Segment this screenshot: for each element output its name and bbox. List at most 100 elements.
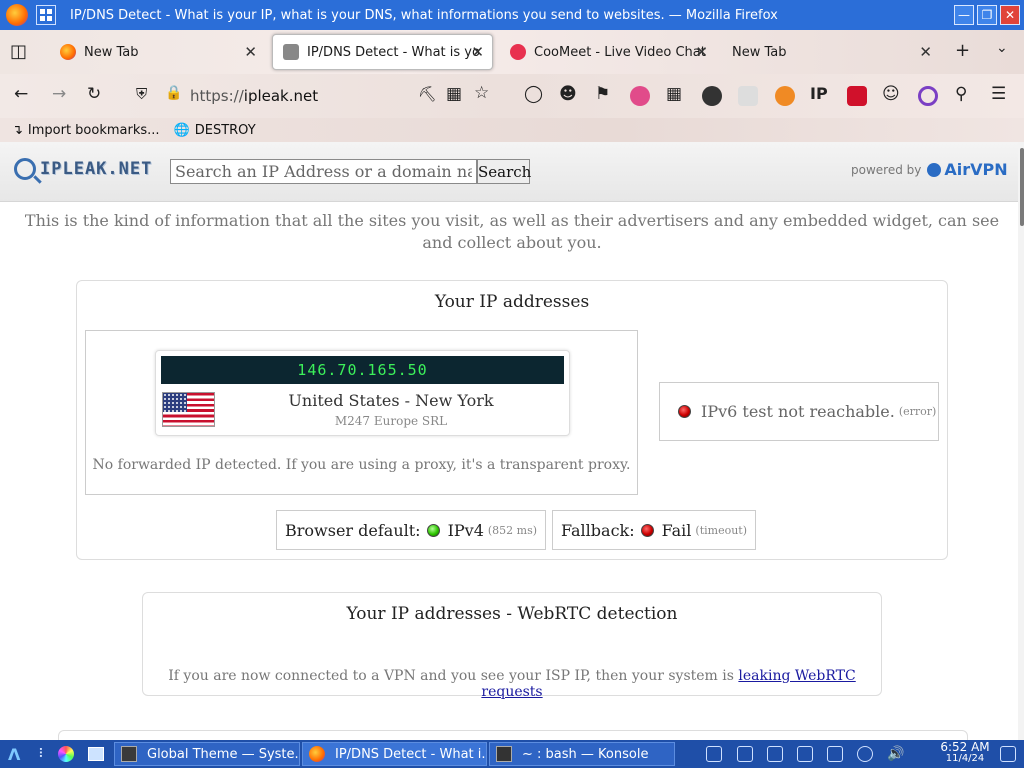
- card-title: Your IP addresses: [434, 292, 590, 312]
- extensions-grid-icon[interactable]: ▦: [446, 84, 462, 104]
- color-picker-icon[interactable]: [58, 744, 74, 764]
- fallback-box: Fallback: Fail (timeout): [552, 510, 757, 550]
- ip-addresses-card: Your IP addresses 146.70.165.50 United S…: [76, 280, 948, 560]
- ip-info-panel: 146.70.165.50 United States - New York M…: [155, 350, 570, 436]
- volume-icon[interactable]: 🔊: [887, 744, 904, 764]
- ipleak-tab-icon: [283, 44, 299, 60]
- show-desktop-icon[interactable]: [1000, 746, 1016, 762]
- browser-default-box: Browser default: IPv4 (852 ms): [276, 510, 547, 550]
- tab-new-tab-1[interactable]: New Tab ✕: [50, 34, 265, 70]
- red-status-dot-icon: [640, 523, 654, 537]
- tab-coomeet[interactable]: CooMeet - Live Video Chat ✕: [500, 34, 716, 70]
- window-titlebar: IP/DNS Detect - What is your IP, what is…: [0, 0, 1024, 30]
- webrtc-card: Your IP addresses - WebRTC detection If …: [142, 592, 882, 700]
- clock[interactable]: 6:52 AM 11/4/24: [938, 741, 992, 765]
- next-section-card: [58, 730, 968, 740]
- scrollbar-thumb[interactable]: [1020, 148, 1024, 226]
- tray-update-icon[interactable]: [857, 746, 873, 762]
- close-tab-icon[interactable]: ✕: [471, 43, 484, 61]
- file-manager-icon[interactable]: [88, 744, 104, 764]
- search-button[interactable]: Search: [477, 159, 531, 184]
- firefox-icon: [309, 746, 325, 762]
- tray-display-icon[interactable]: [797, 746, 813, 762]
- tab-new-tab-2[interactable]: New Tab ✕: [722, 34, 940, 70]
- maximize-button[interactable]: ❐: [977, 5, 997, 25]
- task-label: IP/DNS Detect - What i...: [335, 746, 487, 762]
- bookmark-import[interactable]: ↴ Import bookmarks...: [12, 123, 160, 138]
- bookmark-label: DESTROY: [194, 122, 256, 138]
- new-tab-icon[interactable]: +: [955, 40, 970, 61]
- search-input[interactable]: [170, 159, 477, 184]
- powered-by[interactable]: powered by AirVPN: [851, 160, 1008, 179]
- logo-text: IPLEAK.NET: [40, 159, 153, 179]
- url-host: ipleak.net: [243, 87, 319, 105]
- tab-ipleak[interactable]: IP/DNS Detect - What is yo ✕: [272, 34, 493, 70]
- extension-red-icon[interactable]: [847, 86, 867, 106]
- task-konsole[interactable]: ~ : bash — Konsole: [489, 742, 675, 766]
- tracking-shield-icon[interactable]: ⛨: [136, 85, 147, 103]
- tab-label: New Tab: [84, 44, 139, 60]
- taskbar: Λ ⠇ Global Theme — Syste... IP/DNS Detec…: [0, 740, 1024, 768]
- add-widget-icon[interactable]: ▦: [666, 84, 682, 104]
- red-status-dot-icon: [678, 405, 691, 418]
- ip-location: United States - New York: [288, 391, 494, 410]
- site-header: IPLEAK.NET Search powered by AirVPN: [0, 142, 1018, 202]
- minimize-button[interactable]: —: [954, 5, 974, 25]
- window-menu-icon[interactable]: [36, 5, 56, 25]
- close-tab-icon[interactable]: ✕: [244, 43, 257, 61]
- bookmarks-toolbar: ↴ Import bookmarks... 🌐 DESTROY: [0, 118, 1024, 142]
- extension-pink-icon[interactable]: [630, 86, 650, 106]
- forward-arrow-icon[interactable]: →: [52, 84, 66, 104]
- ipv4-box: 146.70.165.50 United States - New York M…: [85, 330, 638, 495]
- list-tabs-chevron-down-icon[interactable]: ⌄: [996, 40, 1008, 56]
- task-global-theme[interactable]: Global Theme — Syste...: [114, 742, 300, 766]
- extension-ring-icon[interactable]: [918, 86, 938, 106]
- pocket-icon[interactable]: ◯: [524, 84, 543, 104]
- extension-face-icon[interactable]: ☺: [882, 84, 900, 104]
- pick-element-icon[interactable]: ⛏: [418, 85, 437, 103]
- puzzle-extension-icon[interactable]: ⚑: [595, 84, 610, 104]
- url-scheme: https://: [190, 87, 244, 105]
- task-firefox[interactable]: IP/DNS Detect - What i...: [302, 742, 487, 766]
- tray-network-icon[interactable]: [706, 746, 722, 762]
- fallback-label: Fallback:: [561, 520, 635, 540]
- page-scrollbar[interactable]: [1018, 142, 1024, 740]
- ipv6-status: IPv6 test not reachable.: [701, 402, 895, 421]
- ip-extension-icon[interactable]: IP: [810, 84, 828, 103]
- reload-icon[interactable]: ↻: [87, 84, 101, 104]
- menu-hamburger-icon[interactable]: ☰: [991, 84, 1006, 104]
- extension-dark-icon[interactable]: [702, 86, 722, 106]
- intro-text: This is the kind of information that all…: [24, 211, 1000, 252]
- app-launcher-icon[interactable]: Λ: [8, 744, 20, 764]
- clock-time: 6:52 AM: [940, 740, 990, 754]
- account-icon[interactable]: ☻: [559, 84, 577, 104]
- navigation-toolbar: ← → ↻ ⛨ 🔒 https://ipleak.net ⛏ ▦ ☆ ◯ ☻ ⚑…: [0, 74, 1024, 118]
- extension-search-icon[interactable]: ⚲: [955, 84, 967, 104]
- close-window-button[interactable]: ✕: [1000, 5, 1020, 25]
- ip-address-display[interactable]: 146.70.165.50: [161, 356, 564, 384]
- url-bar[interactable]: https://ipleak.net: [190, 80, 570, 112]
- globe-icon: 🌐: [173, 122, 190, 138]
- bookmark-destroy[interactable]: 🌐 DESTROY: [174, 123, 256, 138]
- webrtc-text: If you are now connected to a VPN and yo…: [168, 668, 734, 684]
- forwarded-ip-note: No forwarded IP detected. If you are usi…: [92, 457, 631, 473]
- browser-default-value: IPv4: [447, 520, 484, 540]
- card-title: Your IP addresses - WebRTC detection: [346, 604, 678, 624]
- window-title: IP/DNS Detect - What is your IP, what is…: [70, 7, 778, 23]
- firefox-icon: [6, 4, 28, 26]
- close-tab-icon[interactable]: ✕: [695, 43, 708, 61]
- close-tab-icon[interactable]: ✕: [919, 43, 932, 61]
- back-arrow-icon[interactable]: ←: [14, 84, 28, 104]
- fallback-note: (timeout): [695, 523, 748, 537]
- tray-notifications-icon[interactable]: [767, 746, 783, 762]
- extension-orange-icon[interactable]: [775, 86, 795, 106]
- clock-date: 11/4/24: [945, 753, 985, 764]
- extension-light-icon[interactable]: [738, 86, 758, 106]
- bookmark-star-icon[interactable]: ☆: [474, 83, 489, 103]
- lock-icon[interactable]: 🔒: [165, 85, 182, 101]
- fallback-value: Fail: [661, 520, 692, 540]
- tray-device-icon[interactable]: [827, 746, 843, 762]
- tab-overview-icon[interactable]: ◫: [10, 41, 27, 62]
- ipleak-logo[interactable]: IPLEAK.NET: [14, 158, 152, 180]
- tray-clipboard-icon[interactable]: [737, 746, 753, 762]
